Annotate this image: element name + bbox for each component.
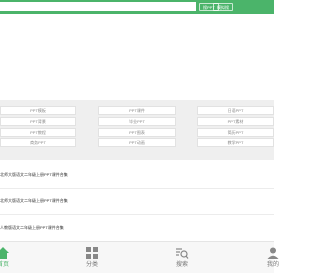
category-link[interactable]: PPT素材 — [197, 117, 274, 126]
category-link[interactable]: PPT课件 — [98, 106, 176, 115]
category-link[interactable]: PPT背景 — [0, 117, 76, 126]
user-icon — [267, 247, 279, 259]
category-link[interactable]: 教学PPT — [197, 138, 274, 147]
list-item-title: 北师大版语文二年级上册PPT课件合集 — [0, 172, 68, 177]
nav-search[interactable]: 搜索 — [167, 246, 197, 272]
list-item[interactable]: 北师大版语文二年级上册PPT课件合集 — [0, 189, 274, 215]
category-grid: PPT模板 PPT课件 日语PPT PPT背景 毕业PPT PPT素材 PPT教… — [0, 100, 274, 160]
search-input[interactable] — [0, 2, 196, 11]
list-item-title: 人教版语文二年级上册PPT课件合集 — [0, 225, 64, 230]
category-link[interactable]: 毕业PPT — [98, 117, 176, 126]
category-link[interactable]: PPT图表 — [98, 128, 176, 137]
nav-category[interactable]: 分类 — [77, 246, 107, 272]
category-link[interactable]: 商务PPT — [0, 138, 76, 147]
nav-user-label: 我的 — [266, 262, 279, 268]
category-link[interactable]: PPT动画 — [98, 138, 176, 147]
home-icon — [0, 247, 9, 259]
list-item-title: 北师大版语文二年级上册PPT课件合集 — [0, 198, 68, 203]
category-link[interactable]: 简历PPT — [197, 128, 274, 137]
simulate-search-button[interactable]: 模拟搜 — [213, 3, 233, 11]
nav-home-label: 首页 — [0, 262, 9, 268]
category-link[interactable]: PPT教程 — [0, 128, 76, 137]
nav-category-label: 分类 — [85, 262, 98, 268]
list-item[interactable]: 北师大版语文二年级上册PPT课件合集 — [0, 163, 274, 189]
search-list-icon — [176, 248, 189, 259]
nav-home[interactable]: 首页 — [0, 246, 18, 272]
category-link[interactable]: PPT模板 — [0, 106, 76, 115]
grid-icon — [86, 247, 98, 259]
top-search-bar: 搜PPT 模拟搜 — [0, 0, 274, 14]
nav-search-label: 搜索 — [175, 262, 188, 268]
bottom-nav: 首页 分类 搜索 我的 — [0, 241, 279, 273]
list-item[interactable]: 人教版语文二年级上册PPT课件合集 — [0, 216, 274, 242]
category-link[interactable]: 日语PPT — [197, 106, 274, 115]
nav-user[interactable]: 我的 — [258, 246, 288, 272]
